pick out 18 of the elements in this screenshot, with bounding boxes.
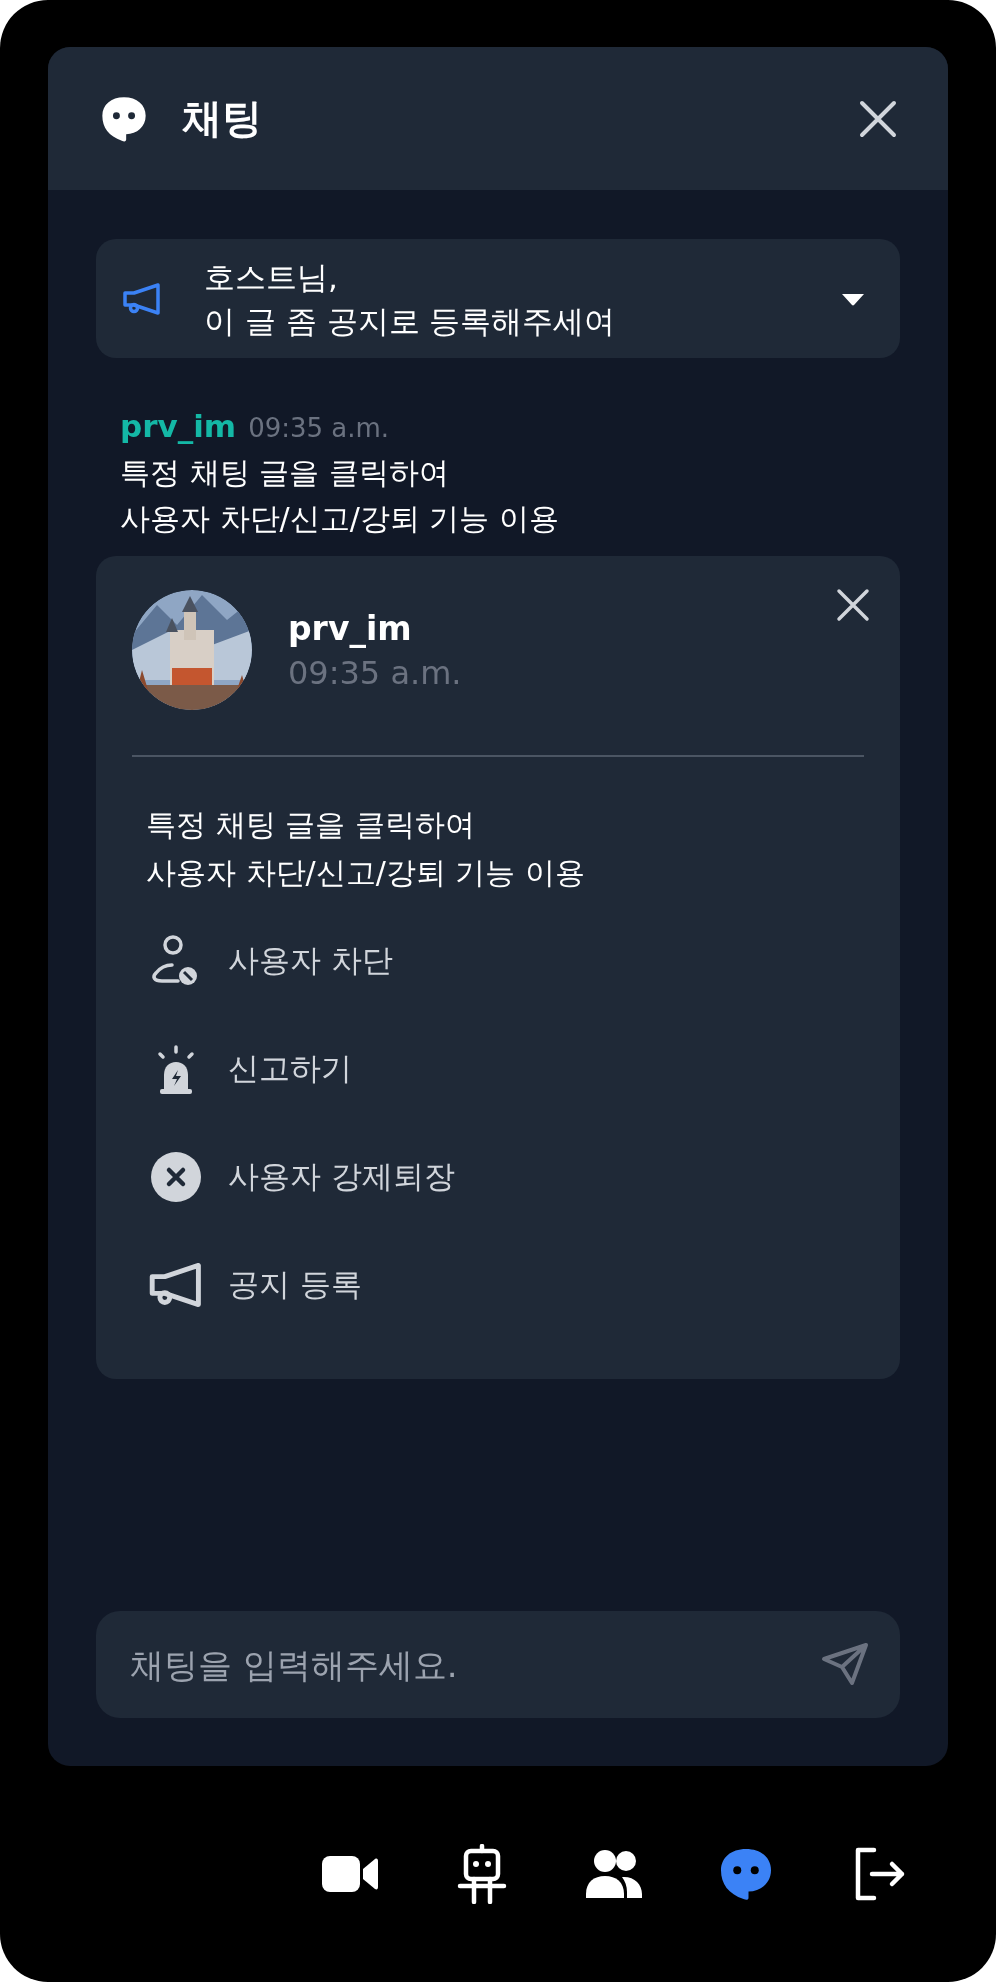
username: prv_im bbox=[120, 408, 237, 444]
timestamp: 09:35 a.m. bbox=[288, 653, 462, 692]
panel-title: 채팅 bbox=[182, 94, 263, 143]
notice-text: 호스트님, 이 글 좀 공지로 등록해주세여 bbox=[204, 257, 617, 341]
timestamp: 09:35 a.m. bbox=[248, 413, 390, 443]
menu-item[interactable]: 사용자 강제퇴장 bbox=[132, 1123, 864, 1231]
menu-item[interactable]: 공지 등록 bbox=[132, 1231, 864, 1339]
megaphone-icon bbox=[122, 281, 162, 316]
pinned-notice[interactable]: 호스트님, 이 글 좀 공지로 등록해주세여 bbox=[96, 239, 900, 358]
close-circle-icon bbox=[148, 1149, 204, 1205]
menu-item[interactable]: 사용자 차단 bbox=[132, 907, 864, 1015]
username: prv_im bbox=[288, 608, 413, 648]
message-text[interactable]: 특정 채팅 글을 클릭하여 사용자 차단/신고/강퇴 기능 이용 bbox=[120, 450, 876, 542]
send-icon[interactable] bbox=[820, 1641, 870, 1687]
close-icon[interactable] bbox=[836, 588, 870, 622]
chat-input[interactable]: 채팅을 입력해주세요. bbox=[96, 1611, 900, 1718]
message-text: 특정 채팅 글을 클릭하여 사용자 차단/신고/강퇴 기능 이용 bbox=[146, 806, 586, 892]
menu-item[interactable]: 신고하기 bbox=[132, 1015, 864, 1123]
